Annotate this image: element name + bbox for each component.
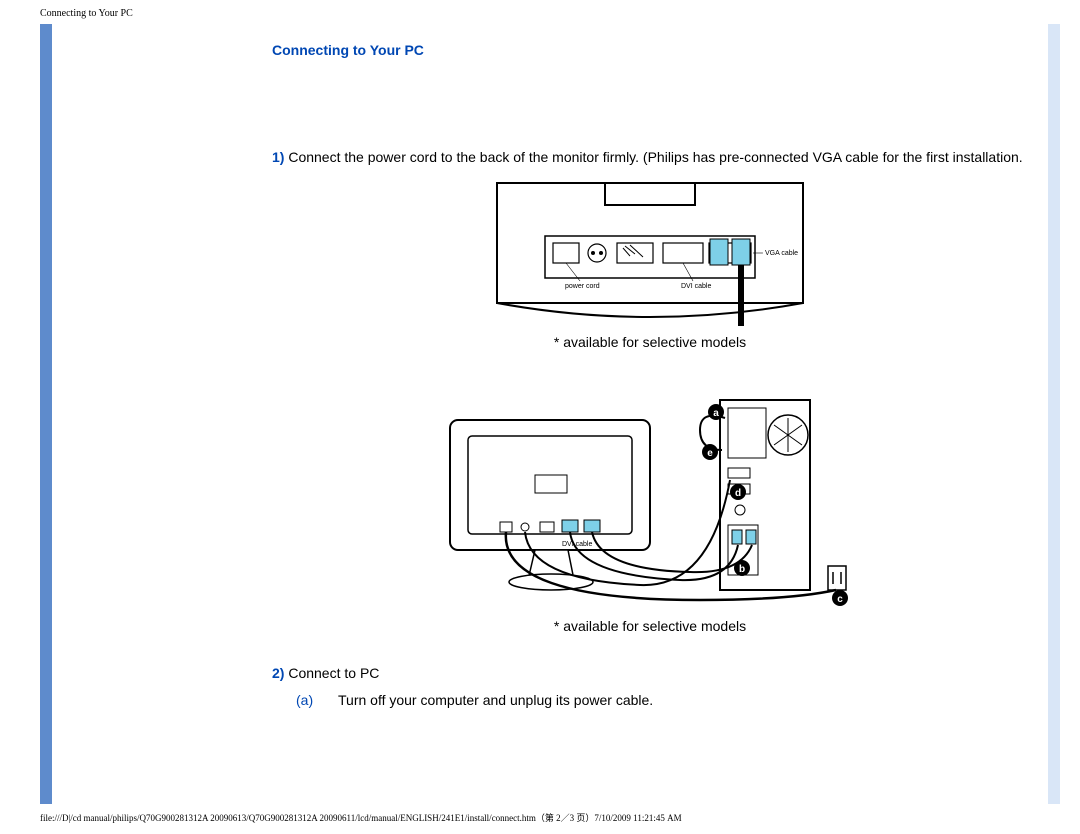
svg-text:c: c [837, 594, 843, 605]
monitor-back-svg: VGA cable DVI cable power cord [495, 181, 805, 326]
diagram-monitor-back: VGA cable DVI cable power cord [272, 181, 1028, 326]
section-title: Connecting to Your PC [272, 42, 1028, 58]
step-2-text: Connect to PC [284, 665, 379, 681]
svg-text:b: b [739, 564, 745, 575]
page-footer: file:///D|/cd manual/philips/Q70G9002813… [40, 811, 682, 824]
right-accent-bar [1048, 24, 1060, 804]
note-1: * available for selective models [272, 334, 1028, 350]
step-1-number: 1) [272, 149, 284, 165]
vga-cable-label: VGA cable [765, 250, 798, 257]
step-1: 1) Connect the power cord to the back of… [272, 148, 1028, 167]
connection-svg: DVI cable a e [440, 380, 860, 610]
left-accent-bar [40, 24, 52, 804]
main-content: Connecting to Your PC 1) Connect the pow… [52, 24, 1048, 804]
sub-a-letter: (a) [296, 691, 318, 710]
svg-text:e: e [707, 448, 713, 459]
step-1-text: Connect the power cord to the back of th… [284, 149, 1022, 165]
page-header: Connecting to Your PC [40, 8, 133, 19]
dvi-cable-label-2: DVI cable [562, 541, 592, 548]
diagram-connection: DVI cable a e [272, 380, 1028, 610]
step-2: 2) Connect to PC (a) Turn off your compu… [272, 664, 1028, 710]
note-2: * available for selective models [272, 618, 1028, 634]
sub-list: (a) Turn off your computer and unplug it… [272, 691, 1028, 710]
svg-text:a: a [713, 408, 719, 419]
dvi-cable-label: DVI cable [681, 283, 711, 290]
sub-a-text: Turn off your computer and unplug its po… [338, 691, 653, 710]
step-2-number: 2) [272, 665, 284, 681]
power-cord-label: power cord [565, 283, 600, 290]
svg-text:d: d [735, 488, 741, 499]
sub-item-a: (a) Turn off your computer and unplug it… [296, 691, 1028, 710]
